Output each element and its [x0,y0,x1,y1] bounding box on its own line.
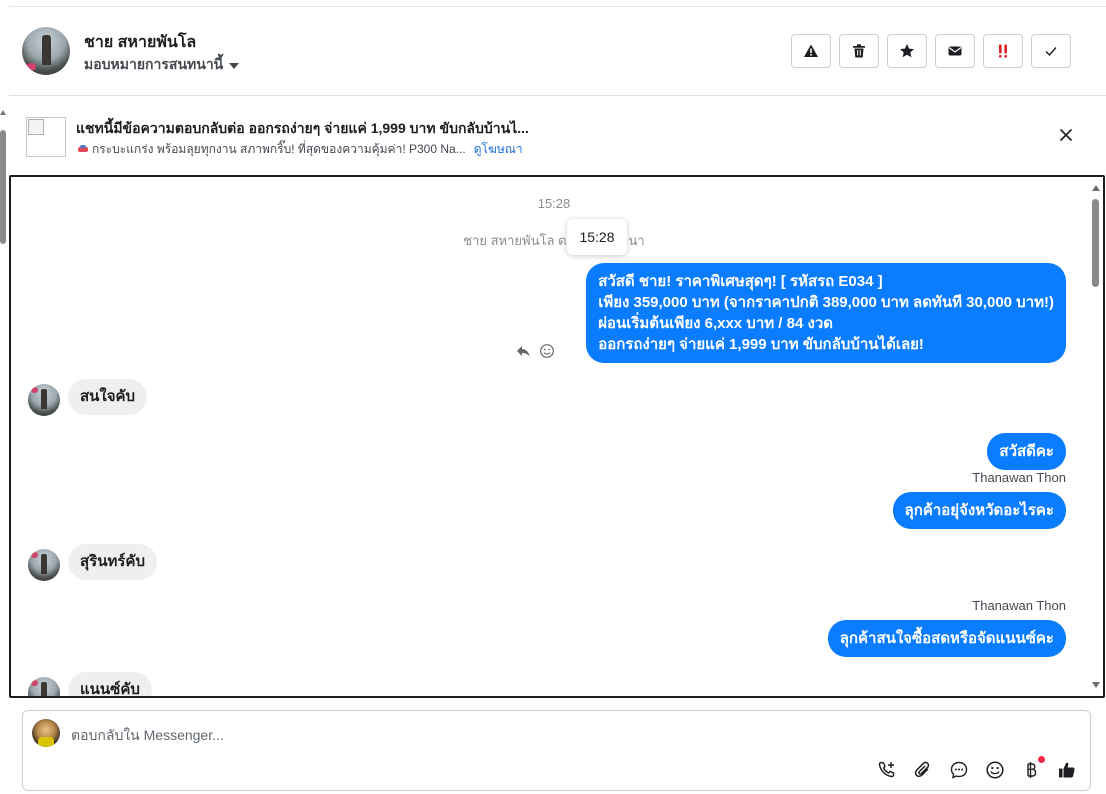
warning-icon [804,44,818,57]
call-button[interactable] [876,759,898,781]
contact-avatar[interactable] [22,27,70,75]
message-line: สวัสดี ชาย! ราคาพิเศษสุดๆ! [ รหัสรถ E034… [598,273,883,290]
outgoing-message[interactable]: สวัสดี ชาย! ราคาพิเศษสุดๆ! [ รหัสรถ E034… [586,263,1066,363]
system-message-tail: นา [628,233,645,248]
contact-avatar-small[interactable] [28,384,60,416]
scroll-up-arrow-icon[interactable] [0,110,6,115]
scrollbar-thumb[interactable] [0,130,6,244]
reply-input[interactable] [71,726,771,744]
emoji-icon [986,761,1004,779]
notification-dot [1038,756,1045,763]
timestamp: 15:28 [537,196,571,211]
emoji-button[interactable] [984,759,1006,781]
assign-conversation-dropdown[interactable]: มอบหมายการสนทนานี้ [84,54,240,76]
mark-done-button[interactable] [1031,34,1071,68]
saved-replies-button[interactable] [948,759,970,781]
ad-title: แชทนี้มีข้อความตอบกลับต่อ ออกรถง่ายๆ จ่า… [76,120,529,136]
composer-toolbar [876,756,1078,781]
message-thread[interactable]: 15:28 ชาย สหายพันโล ตอบ นา 15:28 สวัสดี ช… [9,175,1105,698]
system-message: ชาย สหายพันโล ตอบ นา [11,230,1097,251]
system-message-text: ชาย สหายพันโล ตอบ [463,233,583,248]
ad-thumbnail[interactable] [26,117,66,157]
incoming-message[interactable]: แนนซ์คับ [68,672,152,696]
view-ad-link[interactable]: ดูโฆษณา [474,140,523,159]
assign-label: มอบหมายการสนทนานี้ [84,56,224,72]
message-line: ผ่อนเริ่มต้นเพียง 6,xxx บาท / 84 งวด [598,315,833,332]
car-icon [78,145,88,154]
conversation-header: ชาย สหายพันโล มอบหมายการสนทนานี้ [9,7,1106,96]
attach-button[interactable] [912,759,934,781]
caret-down-icon [229,62,240,69]
thread-scrollbar[interactable] [1089,177,1103,696]
ad-subtitle: กระบะแกร่ง พร้อมลุยทุกงาน สภาพกริ๊บ! ที่… [92,142,466,156]
page-scrollbar[interactable] [0,110,8,794]
message-line: เพียง 359,000 บาท (จากราคาปกติ 389,000 บ… [598,294,1054,311]
incoming-message[interactable]: สนใจคับ [68,379,148,415]
emoji-react-icon[interactable] [539,343,555,359]
star-icon [900,44,914,58]
baht-icon [1027,762,1037,778]
contact-avatar-small[interactable] [28,549,60,581]
ad-subtitle-row: กระบะแกร่ง พร้อมลุยทุกงาน สภาพกริ๊บ! ที่… [78,140,523,159]
reply-composer [22,710,1091,791]
payment-button[interactable] [1020,756,1045,781]
timestamp-tooltip: 15:28 [567,219,627,255]
checkmark-icon [1045,47,1057,57]
delete-button[interactable] [839,34,879,68]
phone-plus-icon [878,761,895,778]
outgoing-message[interactable]: ลุกค้าอยุ่จังหวัดอะไรคะ [892,492,1066,529]
trash-icon [853,44,865,58]
reply-icon[interactable] [515,343,531,359]
outgoing-message[interactable]: สวัสดีคะ [987,433,1066,470]
like-button[interactable] [1056,759,1078,781]
message-hover-tools [515,343,555,359]
scroll-up-arrow-icon[interactable] [1092,185,1100,191]
envelope-icon [948,46,962,56]
outgoing-message[interactable]: ลุกค้าสนใจซื้อสดหรือจัดแนนซ์คะ [827,620,1066,657]
close-icon[interactable] [1056,125,1076,145]
mark-unread-button[interactable] [935,34,975,68]
incoming-message[interactable]: สุรินทร์คับ [68,544,157,580]
contact-avatar-small[interactable] [28,677,60,696]
contact-name[interactable]: ชาย สหายพันโล [84,30,196,55]
page-avatar [32,719,60,747]
mark-spam-button[interactable] [791,34,831,68]
conversation-actions [791,34,1071,68]
paperclip-icon [914,761,930,778]
scroll-down-arrow-icon[interactable] [1092,682,1100,688]
follow-up-button[interactable] [983,34,1023,68]
saved-reply-icon [950,761,968,779]
scrollbar-thumb[interactable] [1092,199,1099,287]
sender-name: Thanawan Thon [972,598,1066,613]
ad-reply-banner: แชทนี้มีข้อความตอบกลับต่อ ออกรถง่ายๆ จ่า… [9,97,1106,173]
message-line: ออกรถง่ายๆ จ่ายแค่ 1,999 บาท ขับกลับบ้าน… [598,336,924,353]
thumbs-up-icon [1059,762,1075,778]
star-button[interactable] [887,34,927,68]
messenger-inbox-thread: ชาย สหายพันโล มอบหมายการสนทนานี้ แชทนี้ม… [0,0,1106,794]
sender-name: Thanawan Thon [972,470,1066,485]
exclamation-icon [999,44,1007,58]
